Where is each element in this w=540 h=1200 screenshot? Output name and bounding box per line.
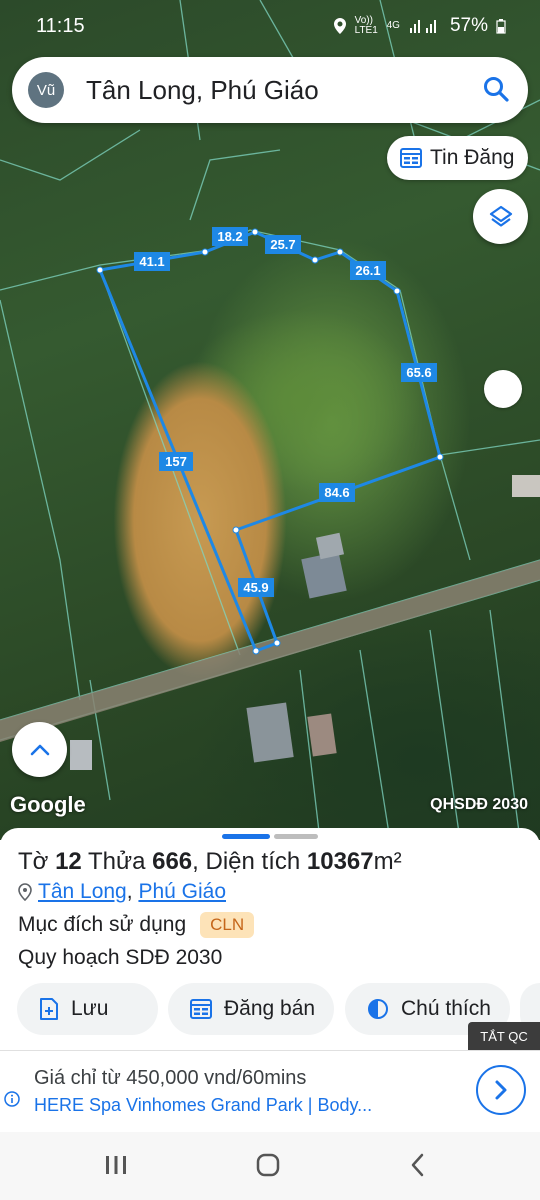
svg-text:26.1: 26.1 xyxy=(355,263,380,278)
status-icons: Vo)) LTE1 4G 57% xyxy=(333,15,506,37)
listing-icon xyxy=(400,148,422,168)
recents-icon[interactable] xyxy=(104,1152,128,1178)
listing-icon xyxy=(190,999,212,1019)
ad-subtitle[interactable]: HERE Spa Vinhomes Grand Park | Body... xyxy=(34,1095,372,1116)
parcel-summary: Tờ 12 Thửa 666, Diện tích 10367m² xyxy=(18,848,402,876)
land-use-label: Mục đích sử dụng xyxy=(18,913,187,936)
info-icon[interactable] xyxy=(4,1091,20,1107)
edge-label: 84.6 xyxy=(319,483,355,502)
parcel-info-sheet[interactable]: Tờ 12 Thửa 666, Diện tích 10367m² Tân Lo… xyxy=(0,828,540,1050)
battery-icon xyxy=(496,19,506,34)
svg-text:18.2: 18.2 xyxy=(217,229,242,244)
sheet-label: Tờ xyxy=(18,848,49,875)
edge-label: 26.1 xyxy=(350,261,386,280)
back-icon[interactable] xyxy=(406,1152,430,1178)
legend-label: Chú thích xyxy=(401,997,491,1020)
close-ad-button[interactable]: TẮT QC xyxy=(468,1022,540,1050)
signal-icon xyxy=(409,20,436,33)
save-add-icon xyxy=(40,998,58,1020)
post-for-sale-button[interactable]: Đăng bán xyxy=(168,983,334,1035)
sheet-handle-active[interactable] xyxy=(222,834,270,839)
location-separator: , xyxy=(126,880,133,903)
expand-button[interactable] xyxy=(12,722,67,777)
ad-open-button[interactable] xyxy=(476,1065,526,1115)
ad-title[interactable]: Giá chỉ từ 450,000 vnd/60mins xyxy=(34,1067,306,1090)
save-button-label: Lưu xyxy=(71,997,109,1020)
svg-text:25.7: 25.7 xyxy=(270,237,295,252)
avatar[interactable]: Vũ xyxy=(28,72,64,108)
search-input[interactable]: Tân Long, Phú Giáo xyxy=(86,75,319,106)
status-time: 11:15 xyxy=(36,15,85,37)
district-link[interactable]: Phú Giáo xyxy=(138,880,226,903)
chevron-right-icon xyxy=(495,1080,507,1100)
land-use-badge: CLN xyxy=(200,912,255,938)
battery-percent: 57% xyxy=(449,15,488,36)
parcel-number: 666 xyxy=(152,848,193,875)
volte-indicator: Vo)) LTE1 xyxy=(354,15,378,36)
legend-icon xyxy=(368,999,388,1019)
land-use-row: Mục đích sử dụng CLN xyxy=(18,912,255,938)
map-control-button[interactable] xyxy=(484,370,522,408)
parcel-location: Tân Long, Phú Giáo xyxy=(18,880,226,904)
svg-text:84.6: 84.6 xyxy=(324,485,349,500)
search-icon[interactable] xyxy=(482,75,510,103)
sheet-handle[interactable] xyxy=(274,834,318,839)
network-type: 4G xyxy=(386,20,400,31)
svg-text:157: 157 xyxy=(165,454,187,469)
area-label: , Diện tích xyxy=(192,848,301,875)
svg-text:41.1: 41.1 xyxy=(139,254,164,269)
layers-icon xyxy=(489,205,512,227)
edge-label: 41.1 xyxy=(134,252,170,271)
google-logo: Google xyxy=(10,792,86,817)
listings-chip[interactable]: Tin Đăng xyxy=(387,136,528,180)
overlay-tag: QHSDĐ 2030 xyxy=(430,796,528,813)
ad-banner[interactable]: Giá chỉ từ 450,000 vnd/60mins HERE Spa V… xyxy=(0,1050,540,1131)
location-pin-icon xyxy=(18,883,32,901)
edge-label: 65.6 xyxy=(401,363,437,382)
ward-link[interactable]: Tân Long xyxy=(38,880,127,903)
search-bar[interactable]: Vũ Tân Long, Phú Giáo xyxy=(12,57,528,123)
listings-chip-label: Tin Đăng xyxy=(430,146,515,169)
layers-button[interactable] xyxy=(473,189,528,244)
save-button[interactable]: Lưu xyxy=(17,983,158,1035)
system-nav-bar xyxy=(0,1132,540,1200)
plan-label: Quy hoạch SDĐ 2030 xyxy=(18,946,223,969)
area-value: 10367 xyxy=(306,848,374,875)
edge-label: 25.7 xyxy=(265,235,301,254)
parcel-label: Thửa xyxy=(88,848,146,875)
chevron-up-icon xyxy=(30,744,49,755)
sheet-number: 12 xyxy=(55,848,82,875)
status-bar: 11:15 Vo)) LTE1 4G 57% xyxy=(0,0,540,52)
svg-text:45.9: 45.9 xyxy=(243,580,268,595)
svg-text:65.6: 65.6 xyxy=(406,365,431,380)
edge-label: 45.9 xyxy=(238,578,274,597)
location-icon xyxy=(333,18,346,34)
map-overlay: 41.1 18.2 25.7 26.1 65.6 157 84.6 45.9 xyxy=(0,0,540,840)
home-icon[interactable] xyxy=(255,1152,281,1178)
edge-label: 18.2 xyxy=(212,227,248,246)
post-for-sale-label: Đăng bán xyxy=(224,997,316,1020)
map-view[interactable]: 41.1 18.2 25.7 26.1 65.6 157 84.6 45.9 G… xyxy=(0,0,540,840)
edge-label: 157 xyxy=(159,452,193,471)
area-unit: m² xyxy=(373,848,402,875)
